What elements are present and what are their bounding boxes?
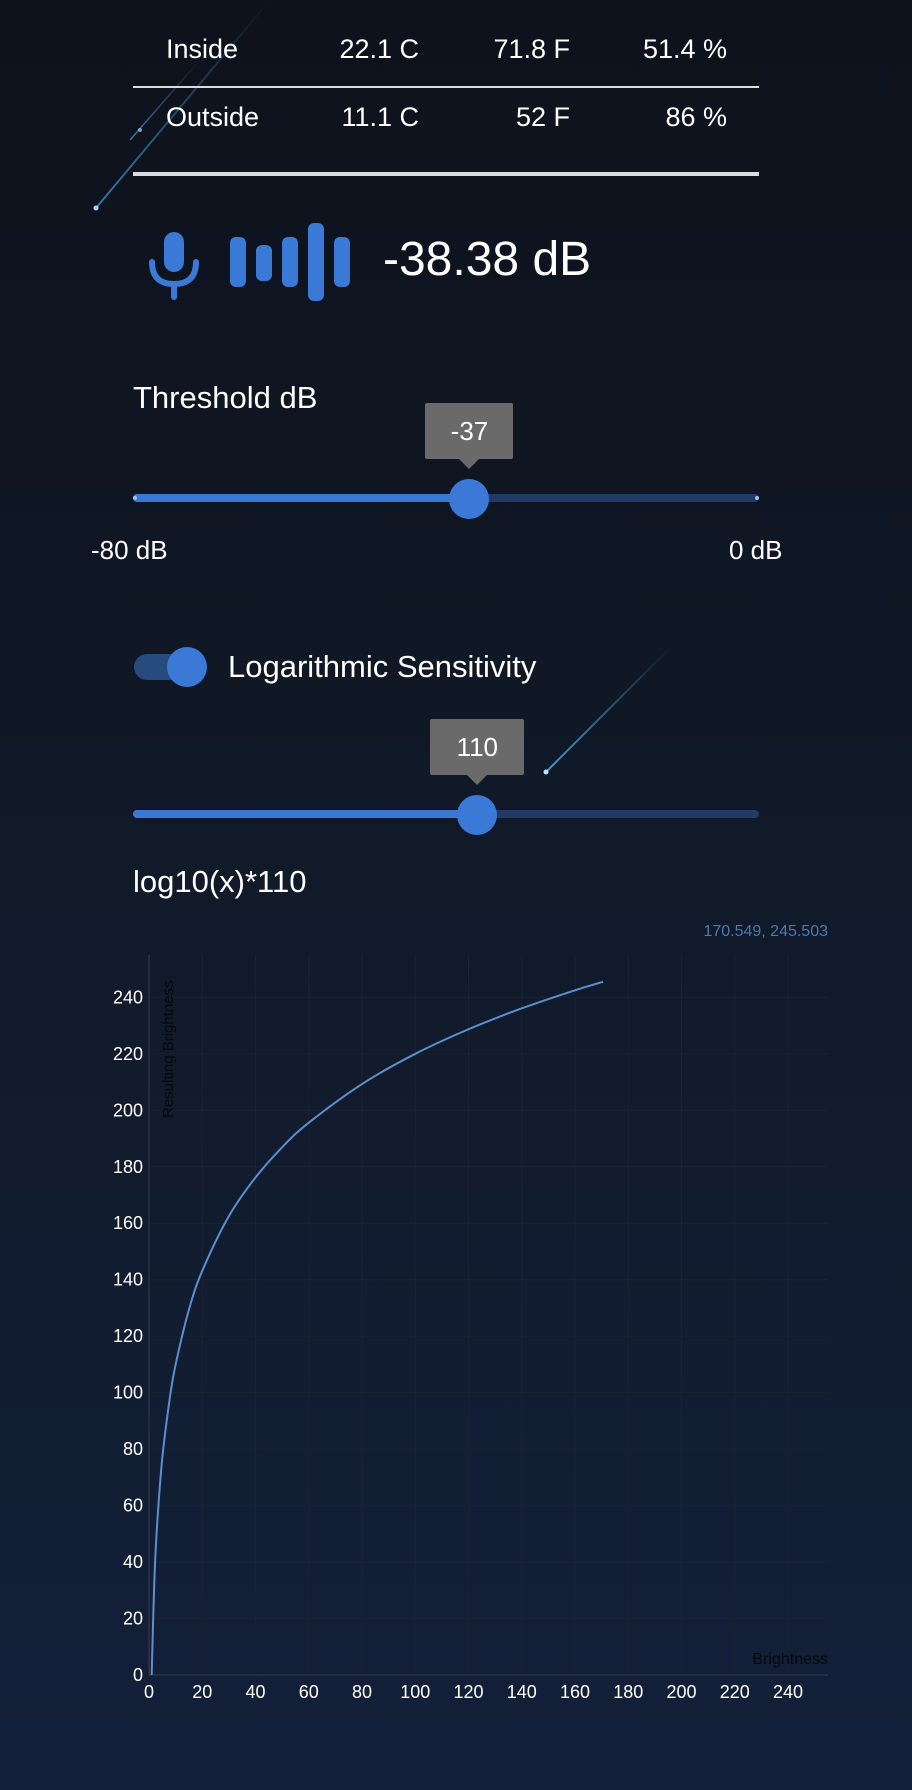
- chart-axes: [148, 955, 828, 1676]
- y-tick-label: 140: [113, 1270, 143, 1290]
- y-tick-label: 160: [113, 1213, 143, 1233]
- x-tick-label: 180: [613, 1682, 643, 1702]
- x-tick-label: 140: [507, 1682, 537, 1702]
- x-tick-label: 120: [454, 1682, 484, 1702]
- chart-hover-readout: 170.549, 245.503: [703, 923, 828, 940]
- y-tick-label: 200: [113, 1100, 143, 1120]
- chart-xlabel: Brightness: [752, 1651, 828, 1668]
- chart-curve: [150, 980, 604, 1676]
- x-tick-label: 0: [144, 1682, 154, 1702]
- x-tick-label: 220: [720, 1682, 750, 1702]
- y-tick-label: 80: [123, 1439, 143, 1459]
- y-tick-label: 100: [113, 1383, 143, 1403]
- y-tick-label: 180: [113, 1157, 143, 1177]
- chart-ticks: 0 20 40 60 80 100 120 140 160 180 200 220 240 0 20 40 60…: [113, 987, 803, 1702]
- x-tick-label: 40: [245, 1682, 265, 1702]
- x-tick-label: 80: [352, 1682, 372, 1702]
- y-tick-label: 0: [133, 1665, 143, 1685]
- brightness-curve-line: [150, 980, 604, 1676]
- y-tick-label: 240: [113, 987, 143, 1007]
- x-tick-label: 20: [192, 1682, 212, 1702]
- y-tick-label: 60: [123, 1496, 143, 1516]
- brightness-curve-chart: 0 20 40 60 80 100 120 140 160 180 200 220 240 0 20 40 60…: [113, 923, 828, 1702]
- y-tick-label: 120: [113, 1326, 143, 1346]
- y-tick-label: 40: [123, 1552, 143, 1572]
- chart-grid: [148, 955, 828, 1676]
- x-tick-label: 160: [560, 1682, 590, 1702]
- x-tick-label: 240: [773, 1682, 803, 1702]
- y-tick-label: 220: [113, 1044, 143, 1064]
- x-tick-label: 200: [667, 1682, 697, 1702]
- chart-ylabel: Resulting Brightness: [160, 980, 177, 1118]
- y-tick-label: 20: [123, 1609, 143, 1629]
- x-tick-label: 100: [400, 1682, 430, 1702]
- x-tick-label: 60: [299, 1682, 319, 1702]
